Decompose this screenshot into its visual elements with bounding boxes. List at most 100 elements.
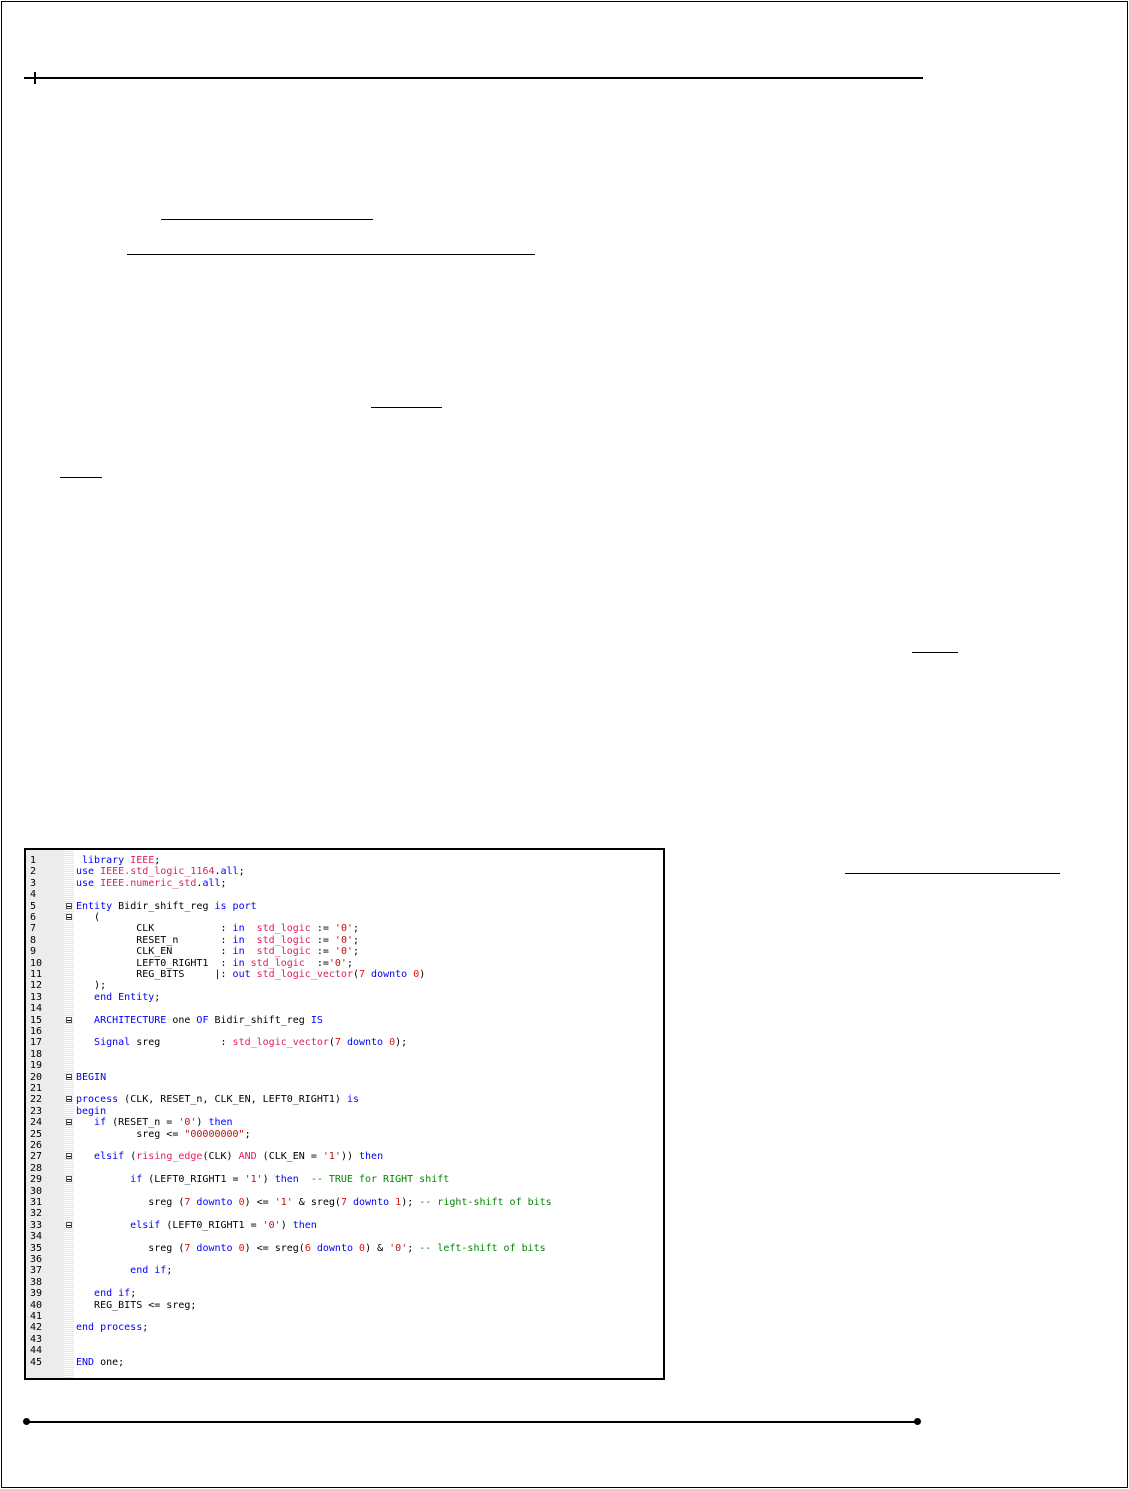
code-text: ARCHITECTURE one OF Bidir_shift_reg IS xyxy=(76,1015,323,1026)
code-token: ) xyxy=(419,969,426,980)
code-token: REG_BITS |: xyxy=(76,969,233,980)
code-token: & sreg( xyxy=(292,1197,341,1208)
code-line: 5 Entity Bidir_shift_reg is port xyxy=(26,901,663,912)
line-number: 21 xyxy=(30,1083,43,1094)
code-line: 17 Signal sreg : std_logic_vector(7 down… xyxy=(26,1037,663,1048)
code-text: sreg <= "00000000"; xyxy=(76,1129,250,1140)
code-line: 34 xyxy=(26,1231,663,1242)
underline-1 xyxy=(161,219,373,220)
code-line: 26 xyxy=(26,1140,663,1151)
line-number: 30 xyxy=(30,1185,43,1197)
code-token: then xyxy=(292,1219,317,1231)
code-token: ; xyxy=(352,923,360,935)
code-line: 44 xyxy=(26,1345,663,1356)
code-text: Entity Bidir_shift_reg is port xyxy=(76,901,257,912)
code-token: std_logic xyxy=(256,946,317,958)
code-token: IEEE xyxy=(130,855,155,866)
code-token: ) xyxy=(262,1174,275,1186)
collapse-icon[interactable] xyxy=(66,1153,72,1160)
line-number: 38 xyxy=(30,1276,43,1288)
line-number: 42 xyxy=(30,1322,43,1334)
code-token: then xyxy=(208,1117,233,1129)
code-line: 10 LEFT0_RIGHT1 : in std_logic :='0'; xyxy=(26,958,663,969)
code-token: (CLK) xyxy=(202,1151,239,1163)
line-number: 5 xyxy=(30,900,37,912)
code-token: ; xyxy=(166,1265,173,1277)
code-token: END xyxy=(76,1356,101,1368)
code-text: LEFT0_RIGHT1 : in std_logic :='0'; xyxy=(76,958,353,969)
vhdl-code-editor: 1 library IEEE; 2 use IEEE.std_logic_1164.a… xyxy=(24,848,665,1380)
line-number: 16 xyxy=(30,1026,43,1037)
code-token: if xyxy=(76,1174,149,1186)
line-number: 24 xyxy=(30,1117,43,1129)
code-token: Signal xyxy=(76,1037,137,1049)
code-token: ; xyxy=(154,991,161,1003)
line-number: 20 xyxy=(30,1071,43,1083)
code-token: ); xyxy=(395,1037,408,1049)
code-token: std_logic_vector xyxy=(232,1037,329,1049)
collapse-icon[interactable] xyxy=(66,1176,72,1183)
code-line: 15 ARCHITECTURE one OF Bidir_shift_reg I… xyxy=(26,1015,663,1026)
code-token: in xyxy=(232,946,257,958)
code-token: library xyxy=(82,855,131,866)
line-number: 18 xyxy=(30,1048,43,1060)
collapse-icon[interactable] xyxy=(66,914,72,920)
collapse-icon[interactable] xyxy=(66,1073,72,1080)
collapse-icon[interactable] xyxy=(66,1096,72,1103)
code-token: ARCHITECTURE xyxy=(76,1014,173,1026)
line-number: 29 xyxy=(30,1174,43,1186)
code-line: 28 xyxy=(26,1163,663,1174)
code-token: use xyxy=(76,866,101,878)
line-number: 9 xyxy=(30,946,37,958)
line-number: 36 xyxy=(30,1254,43,1265)
code-token: '0' xyxy=(262,1219,281,1231)
line-number: 41 xyxy=(30,1311,43,1322)
code-line: 20 BEGIN xyxy=(26,1072,663,1083)
code-token: '0' xyxy=(328,957,347,969)
code-text: CLK : in std_logic := '0'; xyxy=(76,923,359,934)
code-token: -- TRUE for RIGHT shift xyxy=(310,1174,450,1186)
code-token: end Entity xyxy=(76,991,155,1003)
code-token: ; xyxy=(142,1322,149,1334)
collapse-icon[interactable] xyxy=(66,1016,72,1023)
code-token: one xyxy=(172,1014,197,1026)
code-line: 21 xyxy=(26,1083,663,1094)
code-token: IEEE.numeric_std xyxy=(100,877,197,889)
code-text: end process; xyxy=(76,1322,148,1333)
code-token: in xyxy=(232,957,251,969)
code-token: Bidir_shift_reg xyxy=(118,900,215,912)
line-number: 19 xyxy=(30,1060,43,1072)
code-line: 9 CLK_EN : in std_logic := '0'; xyxy=(26,946,663,957)
code-text: BEGIN xyxy=(76,1072,106,1083)
line-number: 6 xyxy=(30,912,37,923)
code-token: ( xyxy=(76,912,101,923)
code-token: ) xyxy=(280,1219,293,1231)
code-token: ; xyxy=(352,934,360,946)
code-line: 7 CLK : in std_logic := '0'; xyxy=(26,923,663,934)
code-token: CLK : xyxy=(76,923,233,935)
code-token: downto xyxy=(346,1037,390,1049)
collapse-icon[interactable] xyxy=(66,1119,72,1126)
code-token: ) xyxy=(196,1117,209,1129)
line-number: 10 xyxy=(30,957,43,969)
code-token: process xyxy=(76,1094,125,1106)
code-line: 43 xyxy=(26,1334,663,1345)
line-number: 25 xyxy=(30,1128,43,1140)
code-token: CLK_EN : xyxy=(76,946,233,958)
code-line: 11 REG_BITS |: out std_logic_vector(7 do… xyxy=(26,969,663,980)
collapse-icon[interactable] xyxy=(66,902,72,909)
code-token: 7 xyxy=(184,1197,197,1208)
underline-3 xyxy=(371,407,442,408)
collapse-icon[interactable] xyxy=(66,1221,72,1228)
code-token: sreg ( xyxy=(76,1197,185,1208)
underline-4 xyxy=(60,477,102,478)
code-token: use xyxy=(76,877,101,889)
code-line: 45 END one; xyxy=(26,1357,663,1368)
code-token: std_logic xyxy=(256,923,317,935)
code-token: '1' xyxy=(244,1174,263,1186)
code-token: 7 xyxy=(334,1037,347,1049)
code-text: end Entity; xyxy=(76,992,160,1003)
line-number: 32 xyxy=(30,1208,43,1220)
code-token: '0' xyxy=(178,1117,197,1129)
code-token: then xyxy=(274,1174,311,1186)
